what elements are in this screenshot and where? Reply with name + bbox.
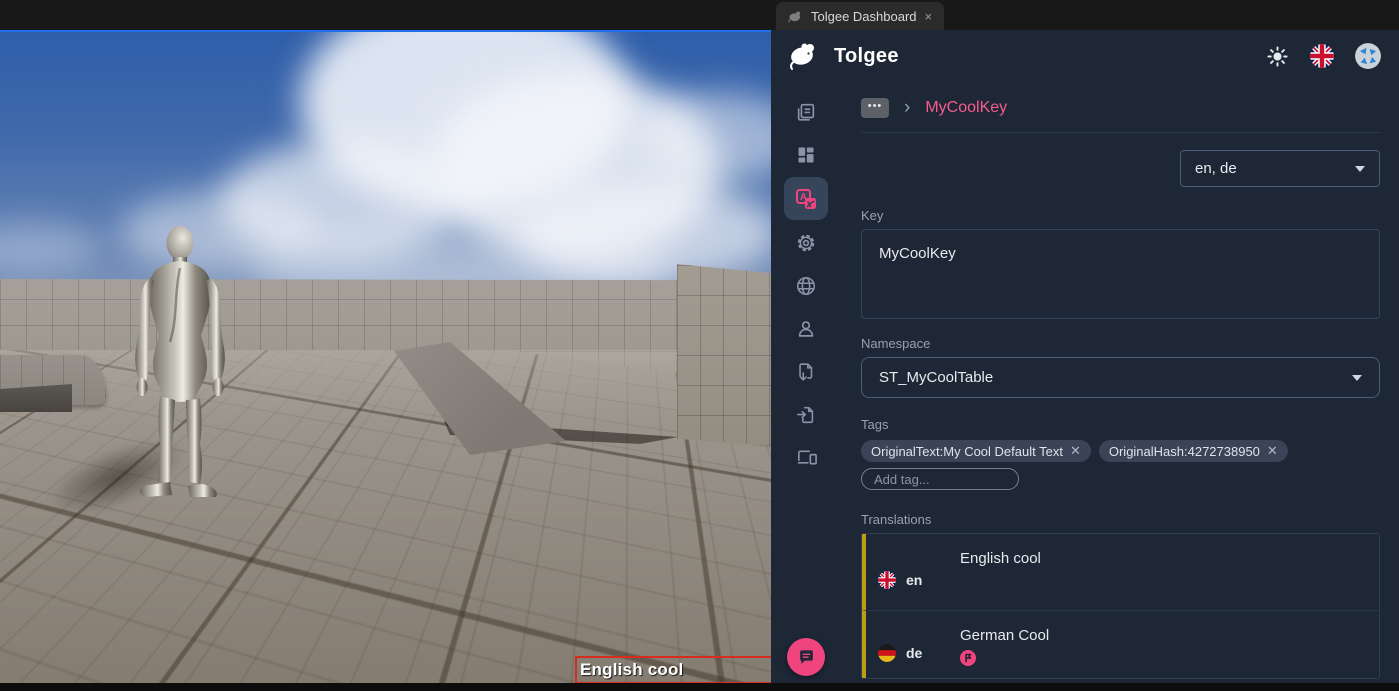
brand-title: Tolgee	[834, 45, 899, 68]
sidebar-item-integrate[interactable]	[784, 436, 828, 479]
add-tag-input[interactable]	[861, 468, 1019, 490]
translation-text-de: German Cool	[960, 627, 1049, 644]
tag-chip[interactable]: OriginalText:My Cool Default Text ✕	[861, 440, 1091, 462]
hud-text-widget-selection[interactable]: English cool	[575, 656, 771, 683]
sidebar-item-translations[interactable]: A	[784, 177, 828, 220]
lang-code: en	[906, 572, 922, 588]
large-block-lit-face	[677, 264, 771, 446]
flag-de-icon	[878, 644, 896, 662]
languages-select[interactable]: en, de	[1180, 150, 1380, 187]
gear-icon	[795, 232, 817, 254]
language-flag-uk-icon[interactable]	[1310, 44, 1334, 68]
namespace-select-value: ST_MyCoolTable	[879, 369, 993, 386]
tag-chip-text: OriginalText:My Cool Default Text	[871, 444, 1063, 459]
breadcrumb-more-button[interactable]: •••	[861, 98, 889, 118]
tag-chip[interactable]: OriginalHash:4272738950 ✕	[1099, 440, 1288, 462]
bottom-bar	[0, 683, 1399, 691]
key-input[interactable]: MyCoolKey	[861, 229, 1380, 319]
unreal-3d-viewport[interactable]: English cool	[0, 30, 771, 683]
namespace-select[interactable]: ST_MyCoolTable	[861, 357, 1380, 398]
hud-overlay-text: English cool	[577, 660, 683, 680]
breadcrumb: ••• › MyCoolKey	[861, 95, 1380, 121]
languages-select-value: en, de	[1195, 160, 1237, 177]
sidebar-item-dashboard[interactable]	[784, 133, 828, 176]
sidebar-item-members[interactable]	[784, 307, 828, 350]
sidebar-item-import[interactable]	[784, 393, 828, 436]
translation-row-en[interactable]: en English cool	[862, 534, 1379, 611]
tolgee-mouse-icon	[788, 10, 803, 23]
remove-tag-icon[interactable]: ✕	[1267, 443, 1278, 459]
chevron-down-icon	[1352, 375, 1362, 381]
browser-tab-bar: Tolgee Dashboard ×	[0, 0, 1399, 30]
chevron-down-icon	[1355, 166, 1365, 172]
tolgee-logo-icon	[787, 41, 821, 71]
machine-translation-icon	[960, 650, 976, 666]
sidebar-item-settings[interactable]	[784, 221, 828, 264]
translation-text-en: English cool	[960, 550, 1041, 610]
key-label: Key	[861, 208, 1380, 223]
devices-icon	[795, 446, 818, 469]
tags-label: Tags	[861, 417, 1380, 432]
tolgee-panel: Tolgee	[771, 30, 1399, 691]
translations-box: en English cool	[861, 533, 1380, 679]
projects-icon	[795, 101, 817, 123]
sidebar-item-languages[interactable]	[784, 264, 828, 307]
tag-chip-text: OriginalHash:4272738950	[1109, 444, 1260, 459]
remove-tag-icon[interactable]: ✕	[1070, 443, 1081, 459]
tab-tolgee-dashboard[interactable]: Tolgee Dashboard ×	[776, 2, 944, 30]
mannequin-character	[112, 224, 262, 514]
import-icon	[795, 404, 817, 426]
user-avatar[interactable]	[1355, 43, 1381, 69]
flag-en-icon	[878, 571, 896, 589]
chat-bubble-icon	[797, 648, 816, 667]
divider	[861, 132, 1380, 133]
translate-icon: A	[794, 187, 818, 211]
lang-code: de	[906, 645, 922, 661]
tab-title: Tolgee Dashboard	[811, 9, 917, 24]
tab-close-icon[interactable]: ×	[925, 9, 933, 24]
translation-row-de[interactable]: de German Cool	[862, 611, 1379, 678]
namespace-label: Namespace	[861, 336, 1380, 351]
feedback-chat-button[interactable]	[787, 638, 825, 676]
user-icon	[795, 318, 817, 340]
tolgee-header: Tolgee	[771, 30, 1399, 82]
key-input-value: MyCoolKey	[879, 245, 956, 262]
tolgee-sidebar: A	[771, 82, 841, 691]
key-edit-panel: ••• › MyCoolKey en, de Key MyCoolKey Nam…	[841, 82, 1399, 691]
translations-label: Translations	[861, 512, 1380, 527]
export-icon	[795, 361, 817, 383]
dashboard-icon	[796, 145, 816, 165]
chevron-right-icon: ›	[904, 98, 910, 119]
light-mode-toggle-icon[interactable]	[1266, 45, 1289, 68]
globe-icon	[795, 275, 817, 297]
sidebar-item-export[interactable]	[784, 350, 828, 393]
sidebar-item-projects[interactable]	[784, 90, 828, 133]
tolgee-brand[interactable]: Tolgee	[787, 41, 899, 71]
breadcrumb-key-name[interactable]: MyCoolKey	[925, 99, 1007, 117]
